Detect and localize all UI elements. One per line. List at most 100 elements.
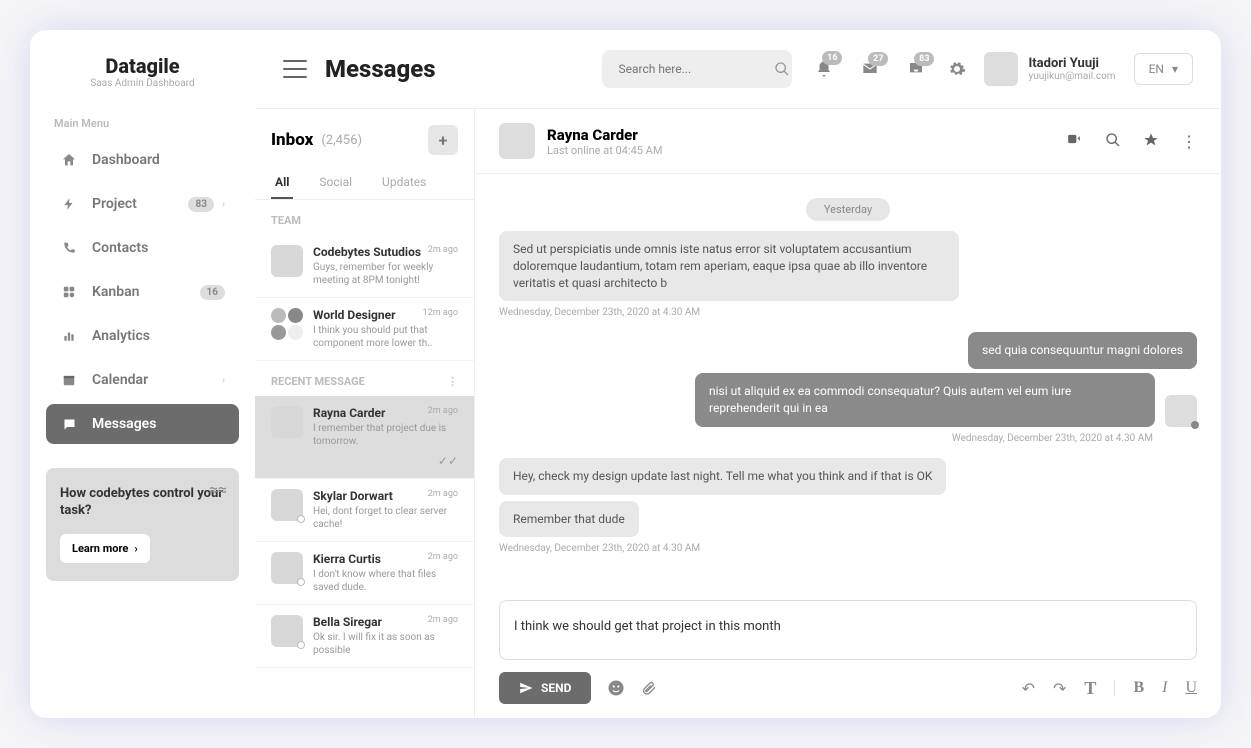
chevron-right-icon: › bbox=[222, 199, 225, 210]
conv-name: Bella Siregar bbox=[313, 615, 382, 629]
gear-icon[interactable] bbox=[948, 60, 966, 78]
underline-icon[interactable]: U bbox=[1185, 679, 1197, 697]
conv-preview: Guys, remember for weekly meeting at 8PM… bbox=[313, 261, 458, 287]
nav-contacts[interactable]: Contacts bbox=[46, 228, 239, 268]
separator bbox=[1114, 680, 1115, 696]
conv-name: World Designer bbox=[313, 308, 395, 322]
bell-icon[interactable]: 16 bbox=[810, 60, 838, 78]
recent-item[interactable]: Rayna Carder 2m ago I remember that proje… bbox=[255, 396, 474, 479]
chat-header: Rayna Carder Last online at 04:45 AM ⋮ bbox=[475, 109, 1221, 174]
conv-time: 2m ago bbox=[428, 552, 458, 562]
nav-dashboard[interactable]: Dashboard bbox=[46, 140, 239, 180]
logo: Datagile Saas Admin Dashboard bbox=[46, 54, 239, 89]
user-block[interactable]: Itadori Yuuji yuujikun@mail.com bbox=[984, 52, 1115, 86]
conv-name: Kierra Curtis bbox=[313, 552, 381, 566]
bold-icon[interactable]: B bbox=[1133, 679, 1144, 697]
phone-icon bbox=[60, 239, 78, 257]
composer-box[interactable] bbox=[499, 600, 1197, 660]
tray-icon[interactable]: 83 bbox=[902, 61, 930, 77]
main: Messages 16 27 83 Itadori Yuuji bbox=[255, 30, 1221, 718]
lang-selector[interactable]: EN ▾ bbox=[1134, 53, 1193, 85]
tray-badge: 83 bbox=[914, 52, 934, 66]
user-email: yuujikun@mail.com bbox=[1028, 71, 1115, 82]
conv-preview: Hei, dont forget to clear server cache! bbox=[313, 505, 458, 531]
italic-icon[interactable]: I bbox=[1162, 679, 1167, 697]
msg-out: nisi ut aliquid ex ea commodi consequatu… bbox=[695, 373, 1155, 427]
avatar bbox=[271, 615, 303, 647]
sent-avatar bbox=[1165, 395, 1197, 427]
nav-badge: 16 bbox=[200, 285, 225, 300]
attach-icon[interactable] bbox=[641, 679, 657, 697]
recent-item[interactable]: Skylar Dorwart2m ago Hei, dont forget to… bbox=[255, 479, 474, 542]
promo-btn-label: Learn more bbox=[72, 542, 128, 555]
conv-time: 2m ago bbox=[428, 406, 458, 416]
tab-social[interactable]: Social bbox=[315, 167, 356, 199]
search-input[interactable] bbox=[618, 62, 774, 76]
learn-more-button[interactable]: Learn more › bbox=[60, 534, 150, 563]
redo-icon[interactable]: ↷ bbox=[1053, 679, 1066, 698]
team-item[interactable]: Codebytes Sutudios2m ago Guys, remember … bbox=[255, 235, 474, 298]
chat-status: Last online at 04:45 AM bbox=[547, 144, 662, 157]
video-icon[interactable] bbox=[1065, 132, 1083, 151]
conv-preview: Ok sir. I will fix it as soon as possibl… bbox=[313, 631, 458, 657]
avatar bbox=[271, 489, 303, 521]
nav-label: Project bbox=[92, 196, 137, 212]
hamburger-menu[interactable] bbox=[283, 60, 307, 78]
lang-label: EN bbox=[1149, 62, 1164, 76]
nav-label: Dashboard bbox=[92, 152, 160, 168]
tab-all[interactable]: All bbox=[271, 167, 293, 199]
chat-name: Rayna Carder bbox=[547, 126, 662, 144]
nav-messages[interactable]: Messages bbox=[46, 404, 239, 444]
msg-in: Hey, check my design update last night. … bbox=[499, 458, 946, 495]
promo-card: ≈≈ How codebytes control your task? Lear… bbox=[46, 468, 239, 581]
star-icon[interactable] bbox=[1143, 132, 1159, 151]
app-shell: Datagile Saas Admin Dashboard Main Menu … bbox=[30, 30, 1221, 718]
msg-in: Sed ut perspiciatis unde omnis iste natu… bbox=[499, 231, 959, 301]
msg-in: Remember that dude bbox=[499, 501, 639, 538]
nav-label: Contacts bbox=[92, 240, 148, 256]
emoji-icon[interactable] bbox=[607, 679, 625, 697]
tab-updates[interactable]: Updates bbox=[378, 167, 430, 199]
nav-calendar[interactable]: Calendar › bbox=[46, 360, 239, 400]
conv-time: 2m ago bbox=[428, 489, 458, 499]
timestamp: Wednesday, December 23th, 2020 at 4.30 A… bbox=[499, 543, 1197, 554]
nav-project[interactable]: Project 83 › bbox=[46, 184, 239, 224]
mail-icon[interactable]: 27 bbox=[856, 61, 884, 77]
conv-preview: I don't know where that files saved dude… bbox=[313, 568, 458, 594]
team-item[interactable]: World Designer12m ago I think you should… bbox=[255, 298, 474, 361]
more-icon[interactable]: ⋮ bbox=[1181, 132, 1197, 151]
chat-panel: Rayna Carder Last online at 04:45 AM ⋮ Y… bbox=[475, 108, 1221, 718]
composer-input[interactable] bbox=[514, 619, 1182, 634]
user-name: Itadori Yuuji bbox=[1028, 56, 1115, 71]
search-box[interactable] bbox=[602, 50, 792, 88]
recent-item[interactable]: Bella Siregar2m ago Ok sir. I will fix i… bbox=[255, 605, 474, 668]
recent-item[interactable]: Kierra Curtis 2m ago I don't know where t… bbox=[255, 542, 474, 605]
grid-icon bbox=[60, 283, 78, 301]
chevron-right-icon: › bbox=[134, 542, 137, 555]
bell-badge: 16 bbox=[822, 51, 842, 65]
search-icon[interactable] bbox=[774, 61, 790, 77]
more-icon[interactable]: ⋮ bbox=[447, 375, 458, 388]
text-icon[interactable]: T bbox=[1084, 678, 1096, 699]
msg-out: sed quia consequuntur magni dolores bbox=[968, 332, 1197, 369]
menu-label: Main Menu bbox=[46, 117, 239, 130]
group-avatar bbox=[271, 308, 303, 340]
composer: SEND ↶ ↷ T B I U bbox=[475, 586, 1221, 718]
conv-preview: I remember that project due is tomorrow. bbox=[313, 422, 458, 448]
search-icon[interactable] bbox=[1105, 132, 1121, 151]
send-button[interactable]: SEND bbox=[499, 672, 591, 704]
timestamp: Wednesday, December 23th, 2020 at 4.30 A… bbox=[499, 433, 1197, 444]
undo-icon[interactable]: ↶ bbox=[1022, 679, 1035, 698]
avatar bbox=[271, 245, 303, 277]
home-icon bbox=[60, 151, 78, 169]
conv-preview: I think you should put that component mo… bbox=[313, 324, 458, 350]
compose-button[interactable]: + bbox=[428, 125, 458, 155]
timestamp: Wednesday, December 23th, 2020 at 4.30 A… bbox=[499, 307, 1197, 318]
nav-kanban[interactable]: Kanban 16 bbox=[46, 272, 239, 312]
wave-icon: ≈≈ bbox=[209, 480, 227, 499]
nav-analytics[interactable]: Analytics bbox=[46, 316, 239, 356]
chevron-down-icon: ▾ bbox=[1172, 62, 1178, 76]
chat-avatar bbox=[499, 123, 535, 159]
nav-label: Analytics bbox=[92, 328, 150, 344]
conv-name: Rayna Carder bbox=[313, 406, 385, 420]
